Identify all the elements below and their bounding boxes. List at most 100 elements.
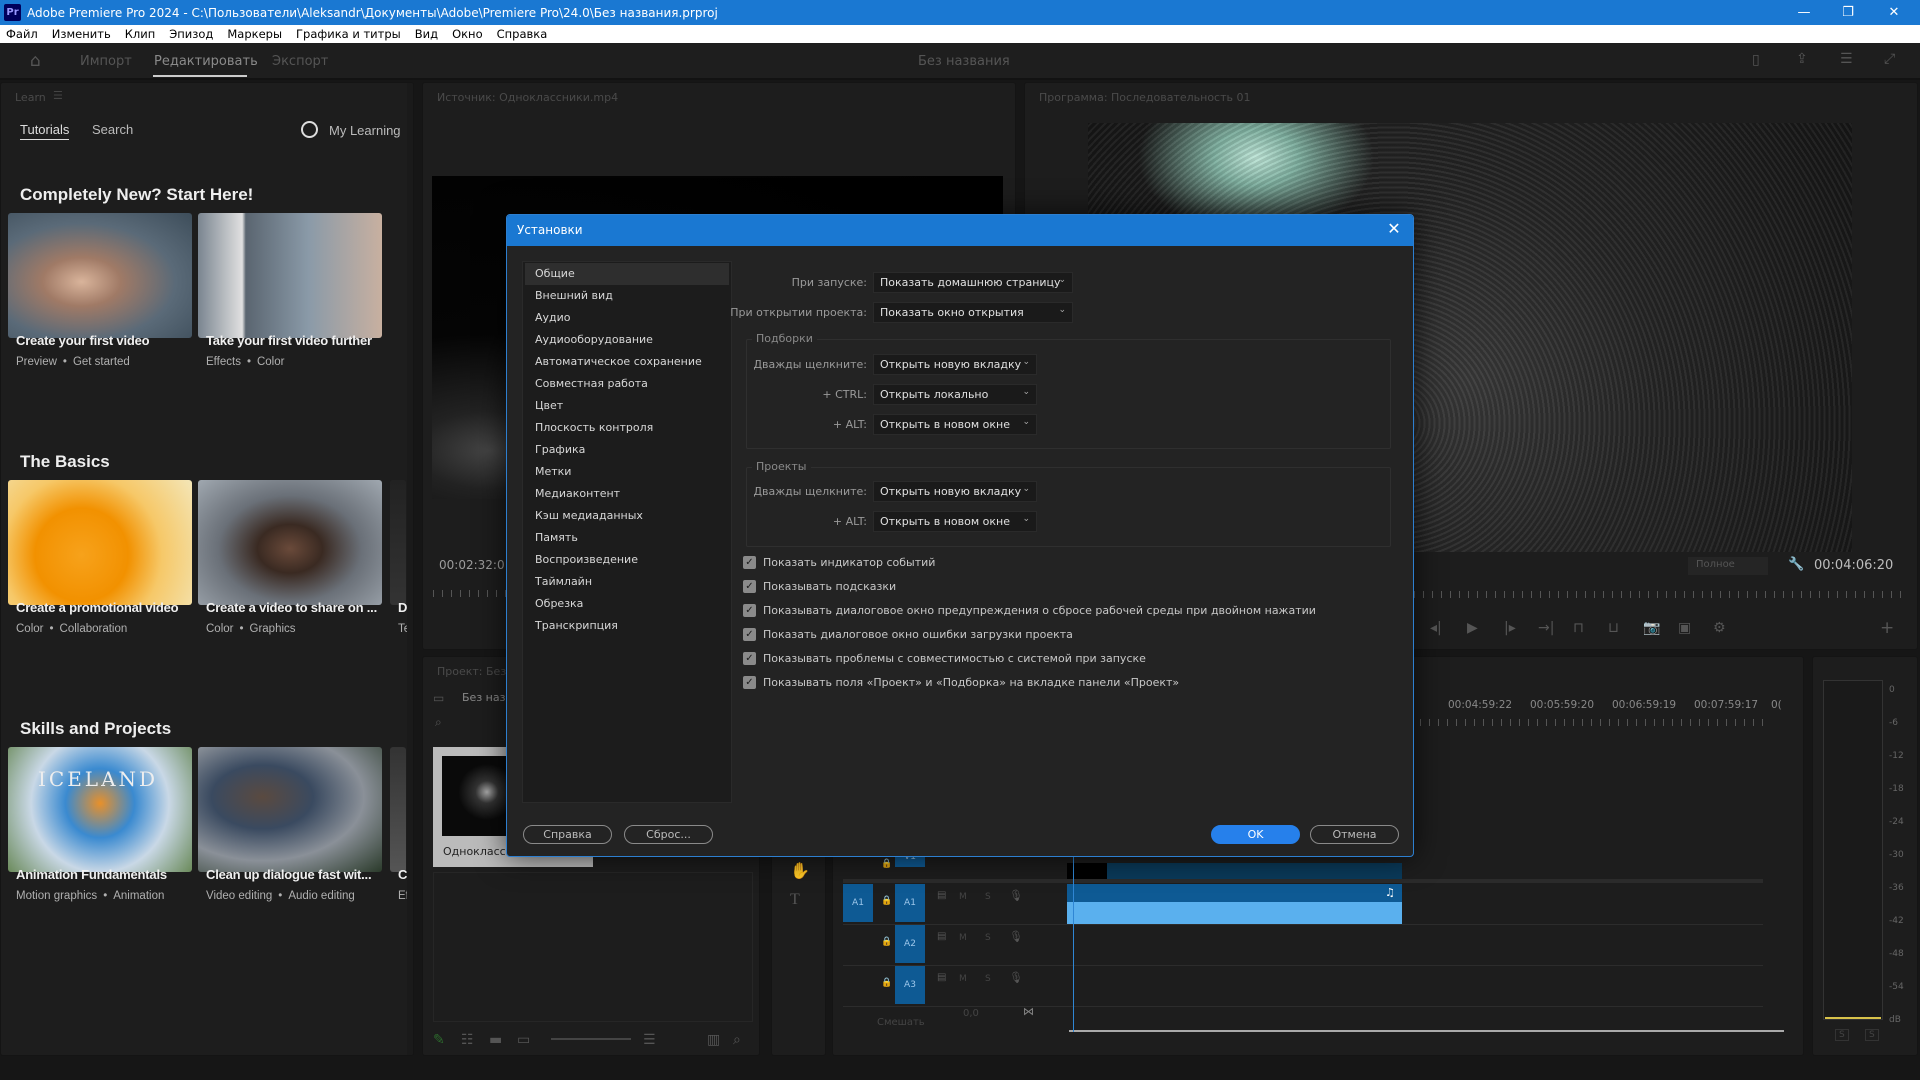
- checkbox-check-icon[interactable]: ✓: [743, 556, 756, 569]
- menu-item[interactable]: Эпизод: [169, 27, 213, 41]
- category-item[interactable]: Таймлайн: [525, 571, 729, 593]
- workspace-icon[interactable]: ▯: [1752, 52, 1760, 68]
- mix-end-icon[interactable]: ⋈: [1023, 1005, 1034, 1018]
- lock-icon[interactable]: 🔒: [881, 896, 892, 906]
- solo-left-button[interactable]: S: [1835, 1029, 1849, 1041]
- menu-item[interactable]: Клип: [125, 27, 156, 41]
- category-item[interactable]: Аудио: [525, 307, 729, 329]
- ok-button[interactable]: OK: [1211, 825, 1300, 844]
- menu-item[interactable]: Изменить: [52, 27, 111, 41]
- program-timecode[interactable]: 00:04:06:20: [1814, 558, 1893, 573]
- preference-checkbox[interactable]: ✓ Показать диалоговое окно ошибки загрузк…: [743, 628, 1073, 641]
- menu-item[interactable]: Графика и титры: [296, 27, 401, 41]
- tutorial-thumbnail[interactable]: [198, 480, 382, 605]
- tutorial-title[interactable]: Clean up dialogue fast wit...: [206, 867, 372, 882]
- microphone-icon[interactable]: 🎙: [1009, 930, 1023, 943]
- step-back-icon[interactable]: ◂|: [1430, 620, 1442, 636]
- sort-icon[interactable]: ☰: [643, 1032, 656, 1048]
- zoom-dropdown[interactable]: Полное: [1688, 557, 1768, 575]
- timeline-scrollbar[interactable]: [1069, 1030, 1784, 1032]
- tutorial-title[interactable]: Create your first video: [16, 333, 150, 348]
- tutorial-thumbnail[interactable]: [390, 480, 406, 605]
- lock-icon[interactable]: 🔒: [881, 937, 892, 947]
- category-item[interactable]: Плоскость контроля: [525, 417, 729, 439]
- category-item[interactable]: Цвет: [525, 395, 729, 417]
- category-item[interactable]: Медиаконтент: [525, 483, 729, 505]
- type-tool-icon[interactable]: T: [790, 891, 800, 909]
- solo-button[interactable]: S: [985, 974, 991, 984]
- row-dropdown[interactable]: Открыть новую вкладку ⌄: [873, 481, 1037, 502]
- tutorial-title[interactable]: D: [398, 600, 407, 615]
- search-icon[interactable]: ⌕: [435, 715, 442, 730]
- pencil-icon[interactable]: ✎: [433, 1032, 445, 1048]
- mute-button[interactable]: M: [959, 892, 967, 902]
- add-button-icon[interactable]: +: [1880, 618, 1894, 638]
- startup-dropdown[interactable]: Показать домашнюю страницу ⌄: [873, 272, 1073, 293]
- category-item[interactable]: Обрезка: [525, 593, 729, 615]
- tab-search[interactable]: Search: [92, 122, 133, 137]
- track-target-a1[interactable]: A1: [895, 884, 925, 922]
- menu-item[interactable]: Маркеры: [227, 27, 282, 41]
- tab-export[interactable]: Экспорт: [272, 54, 328, 69]
- category-item[interactable]: Метки: [525, 461, 729, 483]
- category-item[interactable]: Графика: [525, 439, 729, 461]
- menu-item[interactable]: Файл: [6, 27, 38, 41]
- tutorial-thumbnail[interactable]: [8, 213, 192, 338]
- tutorial-title[interactable]: Create a video to share on ...: [206, 600, 377, 615]
- reset-button[interactable]: Сброс...: [624, 825, 713, 844]
- row-dropdown[interactable]: Открыть новую вкладку ⌄: [873, 354, 1037, 375]
- icon-view-icon[interactable]: ▬: [489, 1032, 502, 1048]
- tab-import[interactable]: Импорт: [80, 54, 132, 69]
- home-icon[interactable]: ⌂: [30, 51, 41, 71]
- lock-icon[interactable]: 🔒: [881, 978, 892, 988]
- track-target-a3[interactable]: A3: [895, 966, 925, 1004]
- source-timecode[interactable]: 00:02:32:0: [439, 558, 505, 572]
- mute-button[interactable]: M: [959, 974, 967, 984]
- category-item[interactable]: Автоматическое сохранение: [525, 351, 729, 373]
- category-item[interactable]: Воспроизведение: [525, 549, 729, 571]
- solo-button[interactable]: S: [985, 892, 991, 902]
- extract-icon[interactable]: ⊔: [1608, 620, 1619, 636]
- category-item[interactable]: Кэш медиаданных: [525, 505, 729, 527]
- wrench-icon[interactable]: 🔧: [1788, 557, 1804, 572]
- preference-checkbox[interactable]: ✓ Показывать диалоговое окно предупрежден…: [743, 604, 1316, 617]
- help-button[interactable]: Справка: [523, 825, 612, 844]
- tab-tutorials[interactable]: Tutorials: [20, 122, 70, 140]
- workspaces-menu-icon[interactable]: ☰: [1840, 51, 1853, 67]
- category-item[interactable]: Память: [525, 527, 729, 549]
- source-patch-a1[interactable]: A1: [843, 884, 873, 922]
- checkbox-check-icon[interactable]: ✓: [743, 580, 756, 593]
- category-item[interactable]: Совместная работа: [525, 373, 729, 395]
- export-frame-icon[interactable]: 📷: [1643, 620, 1660, 636]
- category-item[interactable]: Внешний вид: [525, 285, 729, 307]
- go-to-out-icon[interactable]: →|: [1538, 620, 1554, 636]
- close-dialog-icon[interactable]: ✕: [1383, 219, 1405, 238]
- panel-menu-icon[interactable]: ☰: [53, 89, 63, 102]
- list-view-icon[interactable]: ☷: [461, 1032, 474, 1048]
- tutorial-thumbnail[interactable]: [390, 747, 406, 872]
- row-dropdown[interactable]: Открыть локально ⌄: [873, 384, 1037, 405]
- solo-right-button[interactable]: S: [1865, 1029, 1879, 1041]
- lift-icon[interactable]: ⊓: [1573, 620, 1584, 636]
- menu-item[interactable]: Справка: [497, 27, 548, 41]
- preference-checkbox[interactable]: ✓ Показывать проблемы с совместимостью с …: [743, 652, 1146, 665]
- tutorial-title[interactable]: Take your first video further: [206, 333, 372, 348]
- step-forward-icon[interactable]: |▸: [1504, 620, 1516, 636]
- lock-icon[interactable]: 🔒: [881, 859, 892, 869]
- automate-icon[interactable]: ▥: [707, 1032, 720, 1048]
- track-divider[interactable]: [843, 879, 1763, 883]
- tutorial-thumbnail[interactable]: [198, 213, 382, 338]
- tutorial-thumbnail[interactable]: [8, 480, 192, 605]
- menu-item[interactable]: Вид: [415, 27, 438, 41]
- checkbox-check-icon[interactable]: ✓: [743, 628, 756, 641]
- solo-button[interactable]: S: [985, 933, 991, 943]
- sync-icon[interactable]: ▤: [937, 972, 946, 983]
- tab-edit[interactable]: Редактировать: [154, 54, 258, 69]
- preference-checkbox[interactable]: ✓ Показать индикатор событий: [743, 556, 935, 569]
- tutorial-title[interactable]: Animation Fundamentals: [16, 867, 167, 882]
- category-item[interactable]: Транскрипция: [525, 615, 729, 637]
- row-dropdown[interactable]: Открыть в новом окне ⌄: [873, 511, 1037, 532]
- row-dropdown[interactable]: Открыть в новом окне ⌄: [873, 414, 1037, 435]
- tutorial-thumbnail[interactable]: ICELAND: [8, 747, 192, 872]
- hand-tool-icon[interactable]: ✋: [790, 861, 810, 880]
